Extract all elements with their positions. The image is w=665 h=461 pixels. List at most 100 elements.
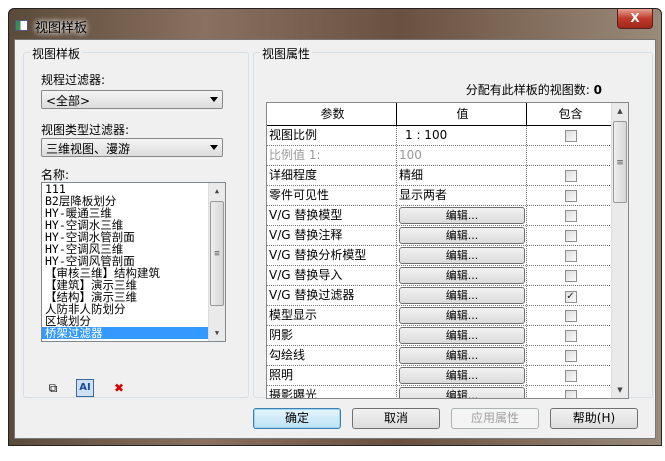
discipline-filter-dropdown[interactable]: <全部>	[41, 90, 223, 109]
scroll-thumb[interactable]: ≡	[613, 121, 627, 203]
scroll-down-icon[interactable]: ▼	[209, 325, 225, 341]
table-header: 参数 值 包含	[267, 103, 612, 126]
cancel-button[interactable]: 取消	[352, 408, 440, 429]
include-cell	[527, 266, 612, 285]
table-scrollbar[interactable]: ▲ ≡ ▼	[611, 103, 628, 398]
table-row: V/G 替换过滤器 编辑... ✓	[267, 286, 612, 306]
include-checkbox[interactable]	[564, 190, 577, 202]
include-cell	[527, 146, 612, 165]
delete-icon[interactable]: ✖	[110, 379, 128, 397]
value-cell: 编辑...	[397, 226, 527, 245]
include-checkbox[interactable]	[564, 170, 577, 182]
table-row: 零件可见性 显示两者	[267, 186, 612, 206]
value-cell: 编辑...	[397, 386, 527, 398]
edit-button[interactable]: 编辑...	[399, 307, 525, 324]
edit-button[interactable]: 编辑...	[399, 247, 525, 264]
include-cell	[527, 166, 612, 185]
discipline-filter-label: 规程过滤器:	[41, 73, 106, 87]
scroll-up-icon[interactable]: ▲	[209, 183, 225, 199]
parameter-name: 勾绘线	[267, 346, 397, 365]
apply-properties-button[interactable]: 应用属性	[451, 408, 539, 429]
parameter-name: 阴影	[267, 326, 397, 345]
parameter-value[interactable]: 显示两者	[397, 186, 527, 205]
template-name-list[interactable]: 111 B2层降板划分 HY-暖通三维 HY-空调水三维 HY-空调水管剖面 HY-空调风…	[41, 182, 226, 342]
include-cell: ✓	[527, 286, 612, 305]
chevron-down-icon	[210, 97, 218, 102]
edit-button[interactable]: 编辑...	[399, 207, 525, 224]
include-checkbox[interactable]	[564, 350, 577, 362]
names-label: 名称:	[41, 168, 70, 182]
parameter-name: 模型显示	[267, 306, 397, 325]
table-row: V/G 替换导入 编辑...	[267, 266, 612, 286]
parameter-name: 详细程度	[267, 166, 397, 185]
scroll-down-icon[interactable]: ▼	[612, 382, 628, 398]
group-title: 视图样板	[30, 45, 83, 62]
view-templates-group: 视图样板 规程过滤器: <全部> 视图类型过滤器: 三维视图、漫游 名称: 11…	[23, 45, 249, 398]
edit-button[interactable]: 编辑...	[399, 347, 525, 364]
list-item[interactable]: 桥架过滤器	[42, 327, 225, 339]
help-button[interactable]: 帮助(H)	[550, 408, 638, 429]
parameter-value[interactable]: 1 : 100	[397, 126, 527, 145]
edit-button[interactable]: 编辑...	[399, 267, 525, 284]
edit-button[interactable]: 编辑...	[399, 367, 525, 384]
include-checkbox[interactable]	[564, 330, 577, 342]
include-checkbox[interactable]	[564, 270, 577, 282]
chevron-down-icon	[210, 145, 218, 150]
close-button[interactable]: X	[617, 9, 653, 29]
include-cell	[527, 366, 612, 385]
include-cell	[527, 206, 612, 225]
list-scrollbar[interactable]: ▲ ≡ ▼	[208, 183, 225, 341]
parameter-name: V/G 替换注释	[267, 226, 397, 245]
include-checkbox[interactable]: ✓	[564, 291, 577, 303]
parameter-name: 比例值 1:	[267, 146, 397, 165]
column-header-value[interactable]: 值	[397, 103, 527, 125]
edit-button[interactable]: 编辑...	[399, 227, 525, 244]
view-type-filter-dropdown[interactable]: 三维视图、漫游	[41, 138, 223, 157]
include-checkbox[interactable]	[564, 250, 577, 262]
parameter-value[interactable]: 精细	[397, 166, 527, 185]
include-checkbox[interactable]	[564, 210, 577, 222]
value-cell: 编辑...	[397, 246, 527, 265]
column-header-include[interactable]: 包含	[527, 103, 612, 125]
dialog-body: 视图样板 规程过滤器: <全部> 视图类型过滤器: 三维视图、漫游 名称: 11…	[14, 39, 656, 439]
assigned-count-label: 分配有此样板的视图数: 0	[466, 81, 602, 98]
include-checkbox[interactable]	[564, 310, 577, 322]
edit-button[interactable]: 编辑...	[399, 327, 525, 344]
value-cell: 编辑...	[397, 326, 527, 345]
include-checkbox[interactable]	[564, 370, 577, 382]
parameter-name: V/G 替换导入	[267, 266, 397, 285]
duplicate-icon[interactable]: ⧉	[44, 379, 62, 397]
assigned-count-text: 分配有此样板的视图数:	[465, 83, 590, 97]
ok-button[interactable]: 确定	[253, 408, 341, 429]
include-cell	[527, 186, 612, 205]
edit-button[interactable]: 编辑...	[399, 287, 525, 304]
include-checkbox[interactable]	[564, 230, 577, 242]
include-checkbox[interactable]	[564, 390, 577, 398]
table-row: 勾绘线 编辑...	[267, 346, 612, 366]
properties-table: 参数 值 包含 视图比例 1 : 100 比例值 1: 100 详细程度 精细 零件可见性显…	[266, 102, 629, 399]
parameter-name: 摄影曝光	[267, 386, 397, 398]
scroll-thumb[interactable]: ≡	[210, 201, 224, 306]
column-header-parameter[interactable]: 参数	[267, 103, 397, 125]
include-cell	[527, 246, 612, 265]
parameter-name: 视图比例	[267, 126, 397, 145]
title-bar[interactable]: 视图样板 X	[9, 9, 661, 39]
parameter-value: 100	[397, 146, 527, 165]
table-row: 阴影 编辑...	[267, 326, 612, 346]
table-row: 视图比例 1 : 100	[267, 126, 612, 146]
include-cell	[527, 386, 612, 398]
include-cell	[527, 126, 612, 145]
edit-button[interactable]: 编辑...	[399, 387, 525, 398]
table-row: 详细程度 精细	[267, 166, 612, 186]
discipline-filter-value: <全部>	[46, 94, 91, 108]
scroll-up-icon[interactable]: ▲	[612, 103, 628, 119]
table-row: V/G 替换模型 编辑...	[267, 206, 612, 226]
parameter-name: 照明	[267, 366, 397, 385]
group-title: 视图属性	[260, 45, 313, 62]
value-cell: 编辑...	[397, 266, 527, 285]
parameter-name: V/G 替换模型	[267, 206, 397, 225]
include-checkbox[interactable]	[564, 130, 577, 142]
dialog-window: 视图样板 X 视图样板 规程过滤器: <全部> 视图类型过滤器: 三维视图、漫游…	[8, 8, 662, 446]
table-row: 模型显示 编辑...	[267, 306, 612, 326]
rename-icon[interactable]: AI	[76, 379, 94, 397]
